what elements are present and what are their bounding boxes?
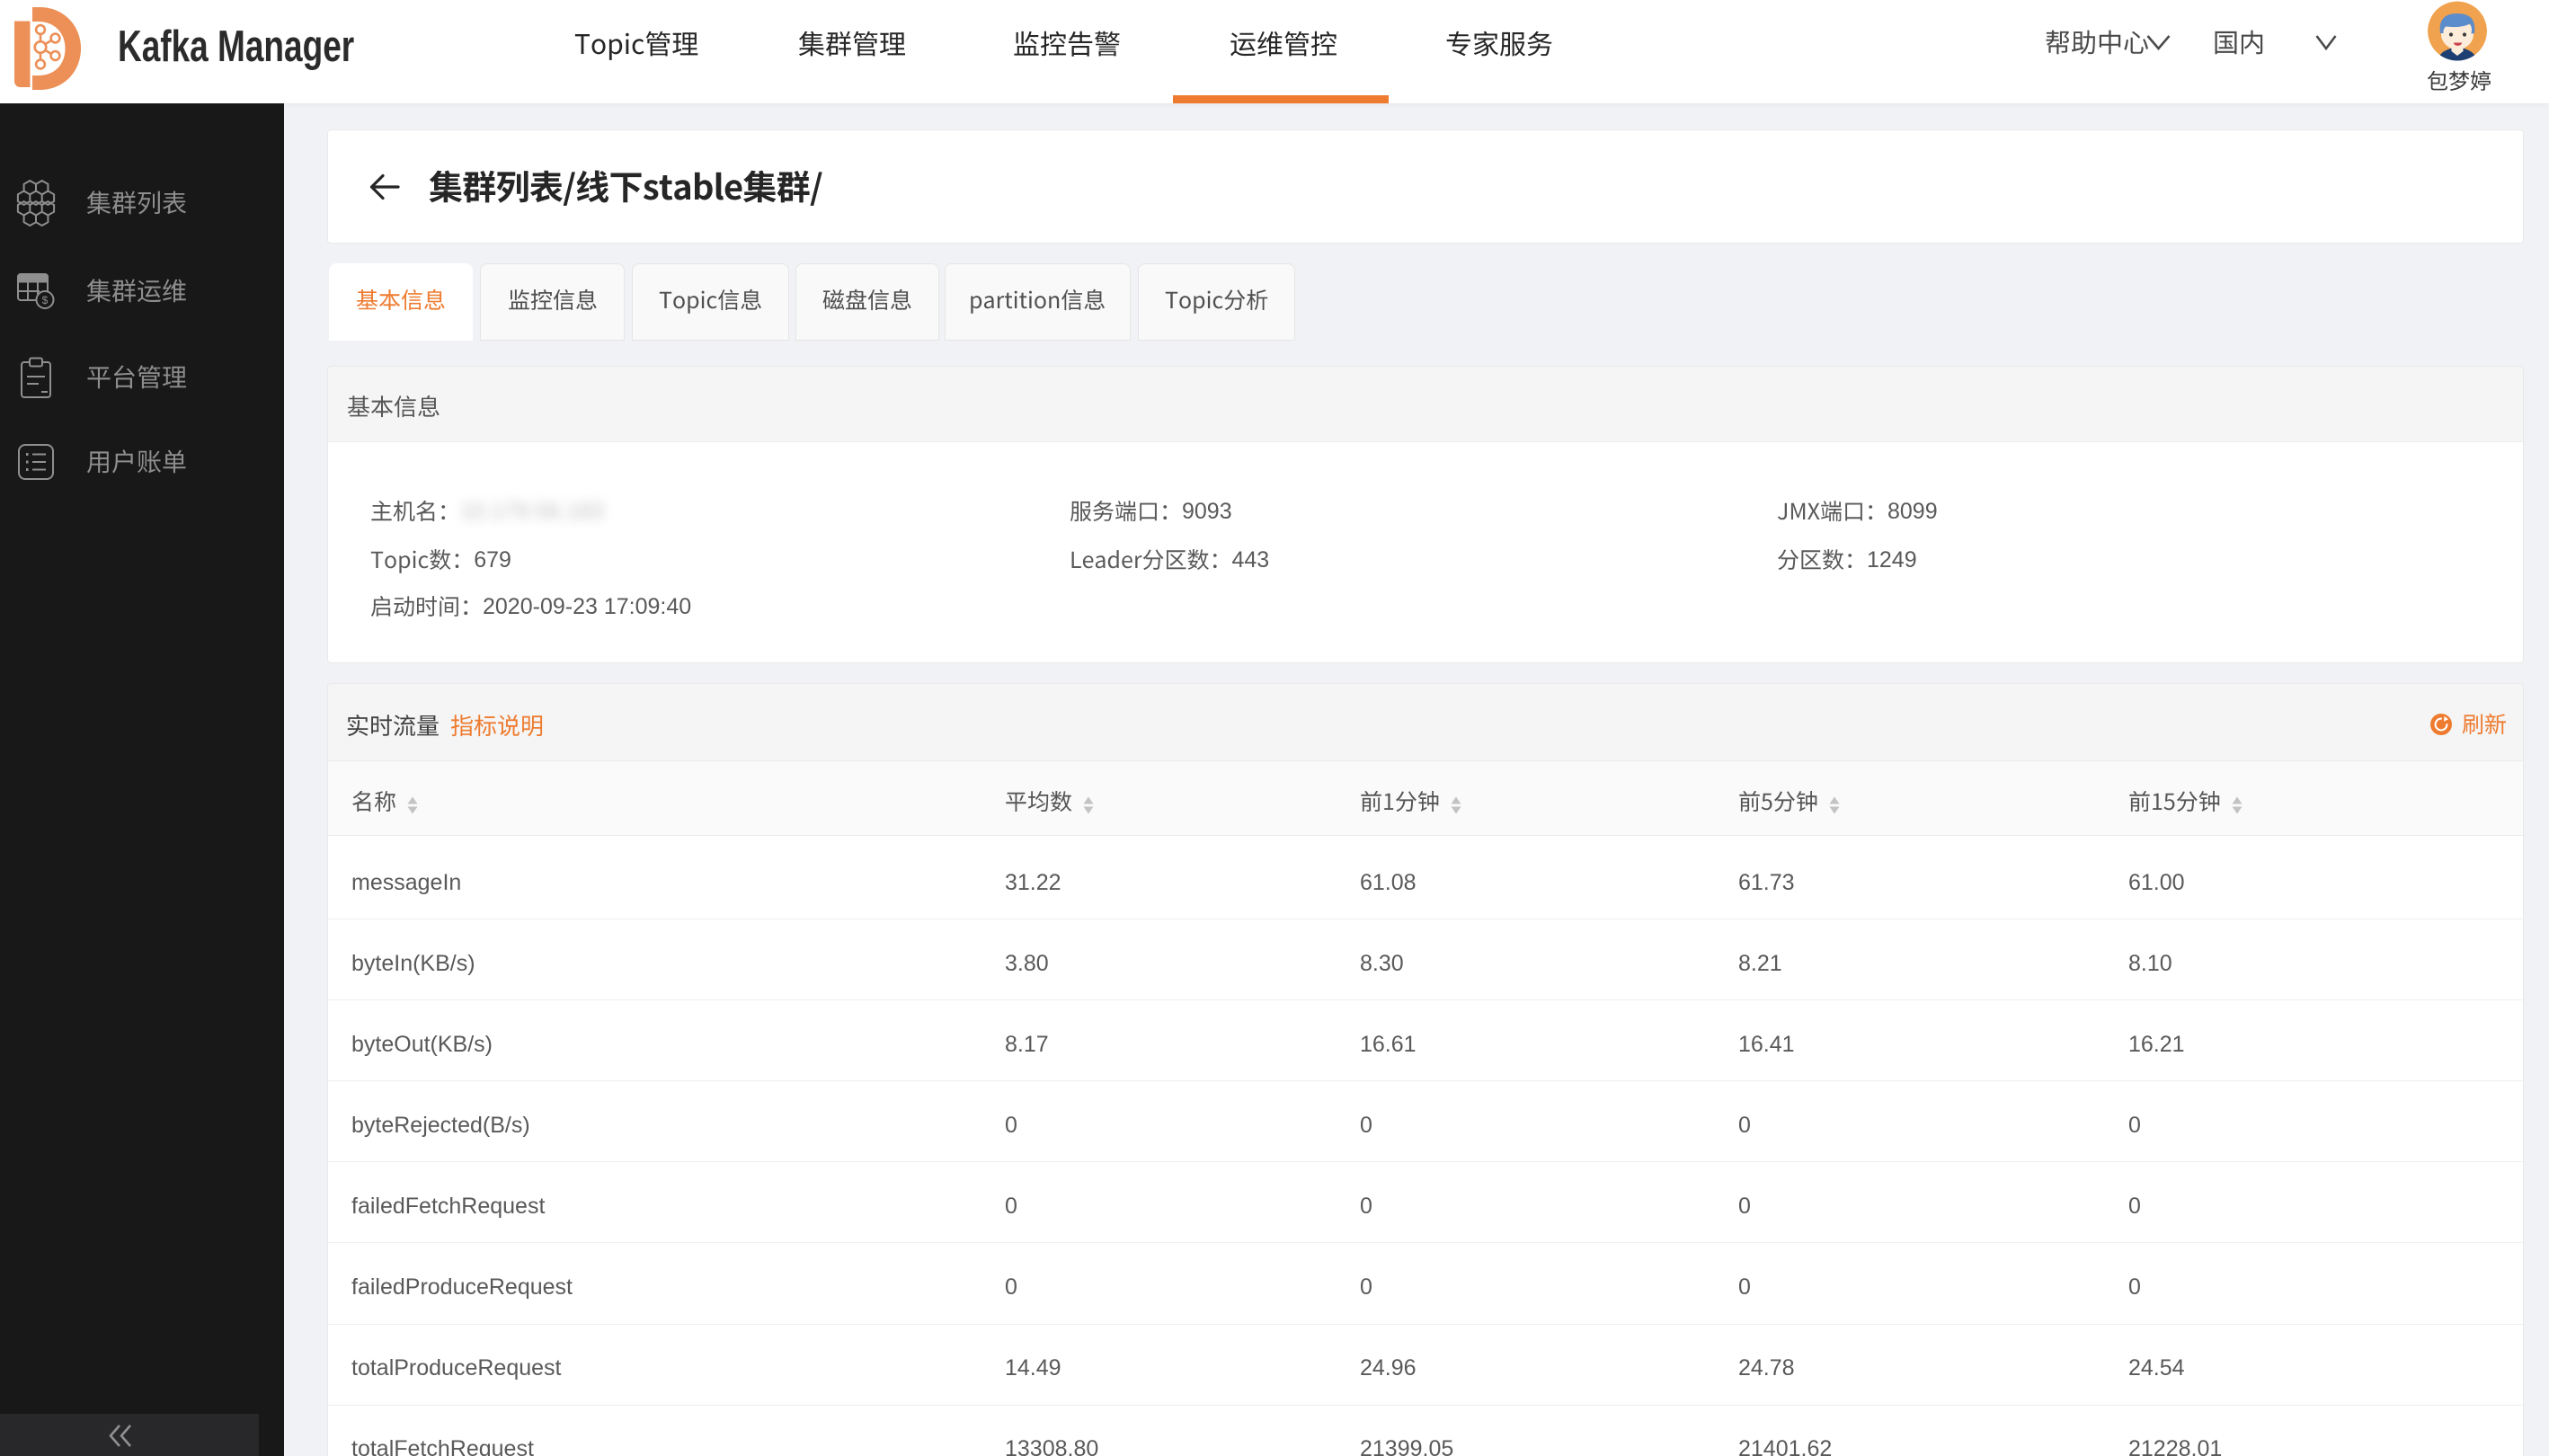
svg-text:$: $	[42, 294, 49, 306]
